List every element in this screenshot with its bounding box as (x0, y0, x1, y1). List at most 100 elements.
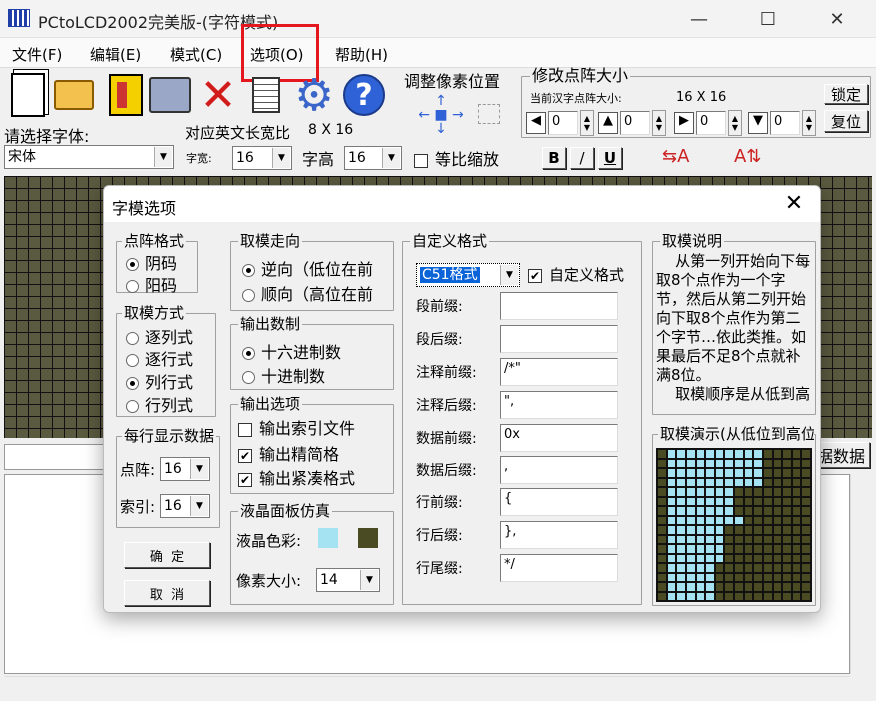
radio-row-wise[interactable]: 逐行式 (126, 346, 193, 370)
comment-suffix-input[interactable]: ", (500, 391, 618, 419)
spin-up-stepper[interactable]: ▲ ▼ (652, 110, 666, 136)
ok-button[interactable]: 确 定 (124, 542, 210, 568)
lock-button[interactable]: 锁定 (824, 84, 868, 104)
minimize-button[interactable]: — (676, 0, 722, 38)
spin-left-input[interactable]: 0 (548, 111, 578, 135)
open-folder-icon[interactable] (52, 70, 96, 120)
notepad-icon[interactable] (244, 70, 288, 120)
radio-column-wise[interactable]: 逐列式 (126, 324, 193, 348)
spin-down-stepper[interactable]: ▲ ▼ (802, 110, 816, 136)
data-prefix-input[interactable]: 0x (500, 424, 618, 452)
radio-decimal[interactable]: 十进制数 (242, 363, 325, 387)
demo-pixel (696, 450, 705, 458)
lcd-dark-color-swatch[interactable] (358, 528, 378, 548)
radio-row-column[interactable]: 行列式 (126, 392, 193, 416)
maximize-button[interactable]: ☐ (745, 0, 791, 38)
close-button[interactable]: ✕ (814, 0, 860, 38)
data-suffix-input[interactable]: , (500, 456, 618, 484)
save-disk-icon[interactable] (104, 70, 148, 120)
width-select[interactable]: 16 ▼ (232, 146, 292, 170)
demo-pixel (802, 450, 810, 458)
format-select[interactable]: C51格式 ▼ (416, 263, 520, 287)
spin-left-stepper[interactable]: ▲ ▼ (580, 110, 594, 136)
current-size-value: 16 X 16 (676, 90, 727, 105)
checkbox-custom-format[interactable]: ✔ 自定义格式 (528, 264, 636, 285)
proportional-checkbox[interactable]: 等比缩放 (414, 146, 499, 170)
index-per-row-select[interactable]: 16 ▼ (160, 494, 210, 518)
shift-down-icon[interactable]: ▼ (748, 112, 768, 134)
output-strip (4, 444, 106, 470)
help-icon[interactable]: ? (342, 70, 386, 120)
rotate-right-icon[interactable]: A⇅ (734, 146, 788, 172)
checkbox-output-index[interactable]: 输出索引文件 (238, 415, 390, 439)
radio-label: 阴码 (145, 254, 178, 273)
take-desc-text: 从第一列开始向下每取8个点作为一个字节，然后从第二列开始向下取8个点作为第二个字… (656, 252, 811, 403)
checkbox-output-compact[interactable]: ✔ 输出精简格 (238, 441, 390, 465)
italic-button[interactable]: / (570, 147, 594, 169)
convert-icon[interactable] (148, 70, 192, 120)
demo-pixel (763, 478, 772, 486)
segment-suffix-input[interactable] (500, 325, 618, 353)
menu-mode[interactable]: 模式(C) (170, 44, 222, 65)
line-prefix-input[interactable]: { (500, 488, 618, 516)
lcd-light-color-swatch[interactable] (318, 528, 338, 548)
pixel-center-icon[interactable] (478, 104, 500, 124)
menu-help[interactable]: 帮助(H) (335, 44, 388, 65)
demo-pixel (677, 478, 685, 486)
reset-button[interactable]: 复位 (824, 110, 868, 132)
demo-pixel (763, 488, 772, 496)
comment-prefix-input[interactable]: /*" (500, 358, 618, 386)
shift-up-icon[interactable]: ▲ (598, 112, 618, 134)
pixel-size-select[interactable]: 14 ▼ (316, 568, 380, 592)
demo-pixel (763, 545, 772, 553)
dot-per-row-select[interactable]: 16 ▼ (160, 457, 210, 481)
shift-right-icon[interactable]: ▶ (674, 112, 694, 134)
index-per-row-value: 16 (164, 498, 182, 514)
font-select[interactable]: 宋体 ▼ (4, 145, 174, 169)
new-file-icon[interactable] (6, 70, 50, 120)
spin-right-stepper[interactable]: ▲ ▼ (728, 110, 742, 136)
demo-pixel (754, 545, 762, 553)
segment-prefix-input[interactable] (500, 292, 618, 320)
demo-pixel (686, 497, 695, 505)
demo-pixel (706, 564, 714, 572)
demo-pixel (744, 497, 753, 505)
radio-positive-code[interactable]: 阳码 (126, 272, 177, 296)
cancel-button[interactable]: 取 消 (124, 580, 210, 606)
underline-button[interactable]: U (598, 147, 622, 169)
dot-format-title: 点阵格式 (122, 232, 187, 250)
radio-forward[interactable]: 顺向（高位在前 (242, 281, 392, 305)
radio-column-row[interactable]: 列行式 (126, 369, 193, 393)
horizontal-scrollbar[interactable] (4, 676, 850, 696)
spin-right-input[interactable]: 0 (696, 111, 726, 135)
delete-x-icon[interactable]: ✕ (196, 70, 240, 121)
checkbox-output-tight[interactable]: ✔ 输出紧凑格式 (238, 465, 390, 489)
demo-pixel (696, 545, 705, 553)
shift-left-icon[interactable]: ◀ (526, 112, 546, 134)
checkbox-label: 输出索引文件 (259, 419, 356, 438)
menu-file[interactable]: 文件(F) (12, 44, 62, 65)
generate-data-button[interactable]: 据数据 (814, 442, 870, 468)
demo-pixel (725, 535, 733, 543)
line-end-input[interactable]: */ (500, 554, 618, 582)
demo-pixel (744, 592, 753, 600)
height-select[interactable]: 16 ▼ (344, 146, 402, 170)
line-suffix-input[interactable]: }, (500, 521, 618, 549)
spin-up-input[interactable]: 0 (620, 111, 650, 135)
spin-down-input[interactable]: 0 (770, 111, 800, 135)
menu-edit[interactable]: 编辑(E) (90, 44, 141, 65)
gear-icon[interactable]: ⚙ (292, 70, 336, 121)
demo-pixel (706, 573, 714, 581)
dialog-close-icon[interactable]: ✕ (780, 191, 808, 217)
pixel-arrows-icon[interactable]: ↑ ← ■ → ↓ (412, 94, 470, 138)
rotate-left-icon[interactable]: ⇆A (662, 146, 716, 172)
vertical-scrollbar[interactable] (850, 474, 870, 674)
demo-pixel (658, 554, 666, 562)
demo-pixel (686, 507, 695, 515)
radio-reverse[interactable]: 逆向（低位在前 (242, 256, 392, 280)
bold-button[interactable]: B (542, 147, 566, 169)
radio-negative-code[interactable]: 阴码 (126, 250, 177, 274)
demo-pixel (677, 583, 685, 591)
radio-hex[interactable]: 十六进制数 (242, 339, 341, 363)
demo-pixel (725, 592, 733, 600)
